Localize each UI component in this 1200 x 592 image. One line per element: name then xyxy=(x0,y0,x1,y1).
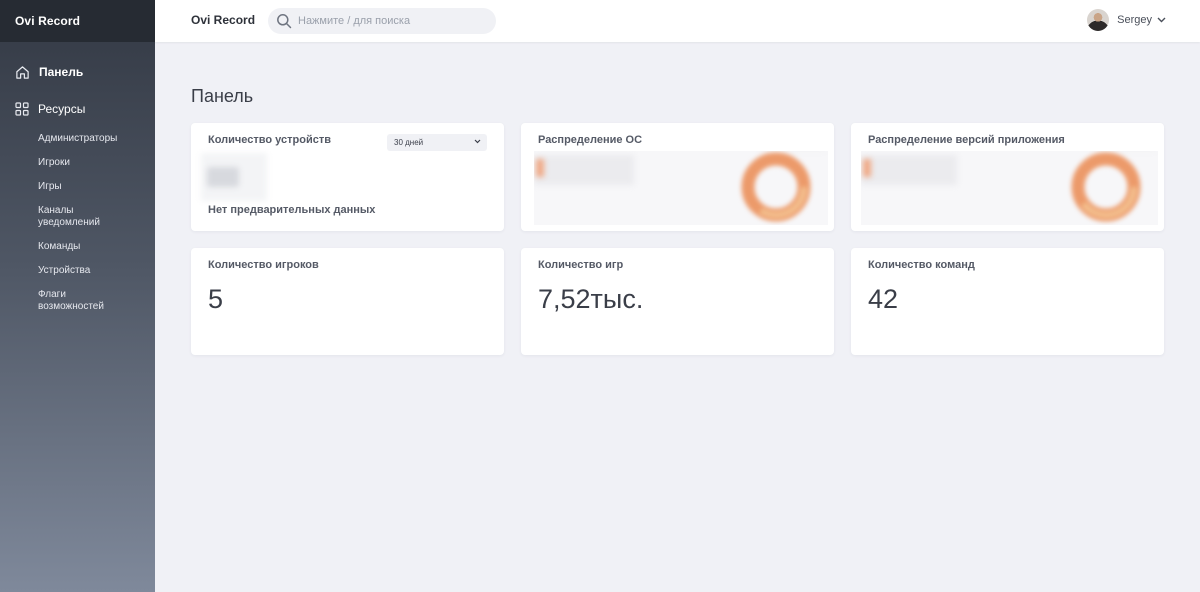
card-title: Распределение ОС xyxy=(538,134,643,146)
card-title: Количество игр xyxy=(538,259,624,271)
card-os-distribution: Распределение ОС xyxy=(521,123,834,231)
search-input[interactable] xyxy=(298,15,488,27)
avatar xyxy=(1087,9,1110,31)
card-player-count: Количество игроков 5 xyxy=(191,248,504,355)
user-menu[interactable]: Sergey xyxy=(1087,9,1166,31)
blurred-legend-swatch xyxy=(536,159,544,177)
blurred-legend xyxy=(534,155,634,185)
sidebar-item-teams[interactable]: Команды xyxy=(0,241,140,253)
card-version-distribution: Распределение версий приложения xyxy=(851,123,1164,231)
metric-value: 7,52тыс. xyxy=(538,284,644,314)
card-game-count: Количество игр 7,52тыс. xyxy=(521,248,834,355)
sidebar-item-panel-label: Панель xyxy=(39,65,84,79)
blurred-legend xyxy=(861,155,957,185)
metric-value: 42 xyxy=(868,284,899,314)
card-title: Количество команд xyxy=(868,259,975,271)
metric-value: 5 xyxy=(208,284,224,314)
sidebar-item-players[interactable]: Игроки xyxy=(0,157,140,169)
no-data-message: Нет предварительных данных xyxy=(208,204,376,216)
sidebar-item-games[interactable]: Игры xyxy=(0,181,140,193)
user-name: Sergey xyxy=(1117,14,1152,26)
app-title[interactable]: Ovi Record xyxy=(191,13,255,27)
topbar: Ovi Record Sergey xyxy=(155,0,1200,42)
card-device-count: Количество устройств 30 дней Нет предвар… xyxy=(191,123,504,231)
blurred-legend-swatch xyxy=(863,159,871,177)
blurred-placeholder xyxy=(207,167,239,187)
donut-chart xyxy=(741,152,811,222)
sidebar-item-resources[interactable]: Ресурсы xyxy=(0,99,155,119)
chart-placeholder xyxy=(534,151,828,225)
sidebar-item-feature-flags[interactable]: Флаги возможностей xyxy=(0,289,104,313)
card-title: Распределение версий приложения xyxy=(868,134,1065,146)
home-icon xyxy=(16,65,29,79)
chart-placeholder xyxy=(861,151,1158,225)
range-select-value: 30 дней xyxy=(394,138,424,147)
page-title: Панель xyxy=(191,86,254,106)
search-icon xyxy=(277,14,292,29)
sidebar-item-devices[interactable]: Устройства xyxy=(0,265,140,277)
sidebar-item-admins[interactable]: Администраторы xyxy=(0,133,140,145)
sidebar: Ovi Record Панель Ресурсы Администраторы… xyxy=(0,0,155,592)
sidebar-item-resources-label: Ресурсы xyxy=(38,102,86,116)
grid-icon xyxy=(15,102,29,116)
brand-logo[interactable]: Ovi Record xyxy=(0,0,155,42)
search-box[interactable] xyxy=(268,8,496,34)
resources-list: Администраторы Игроки Игры Каналы уведом… xyxy=(0,133,155,313)
range-select[interactable]: 30 дней xyxy=(387,134,487,151)
sidebar-item-panel[interactable]: Панель xyxy=(0,62,155,82)
chevron-down-icon xyxy=(474,139,481,144)
donut-chart xyxy=(1071,152,1141,222)
card-team-count: Количество команд 42 xyxy=(851,248,1164,355)
card-title: Количество устройств xyxy=(208,134,331,146)
card-title: Количество игроков xyxy=(208,259,319,271)
sidebar-item-notification-channels[interactable]: Каналы уведомлений xyxy=(0,205,100,229)
chevron-down-icon xyxy=(1157,17,1166,23)
